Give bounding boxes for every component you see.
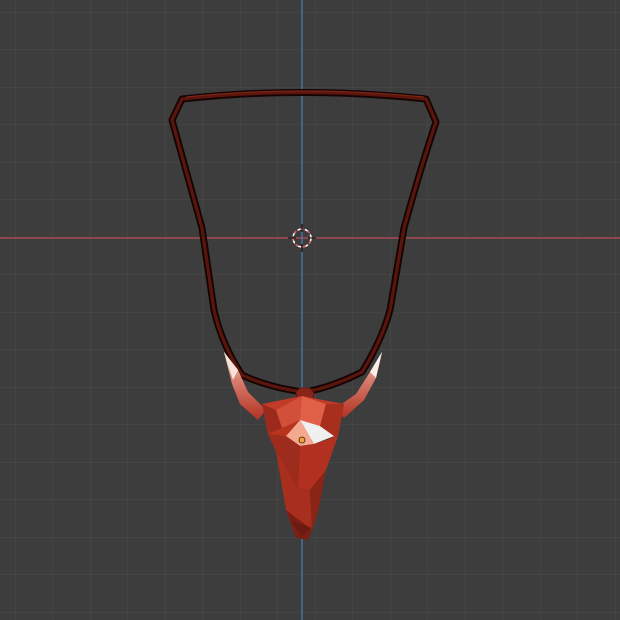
object-origin-icon <box>298 436 306 444</box>
3d-viewport[interactable] <box>0 0 620 620</box>
viewport-canvas[interactable] <box>0 0 620 620</box>
